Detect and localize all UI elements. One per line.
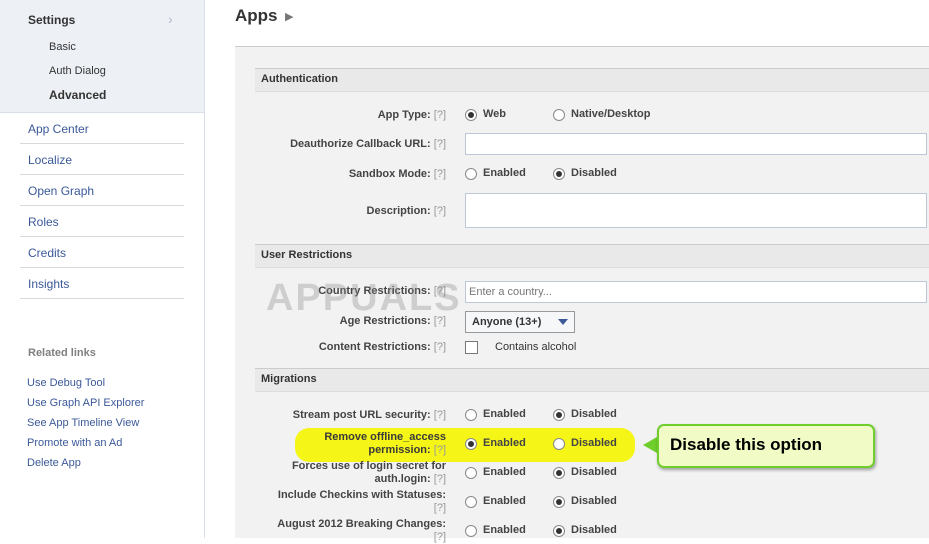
sidebar-item-auth-dialog[interactable]: Auth Dialog xyxy=(49,65,106,77)
checkins-disabled-radio[interactable] xyxy=(553,496,565,508)
app-timeline-view-link[interactable]: See App Timeline View xyxy=(27,417,139,429)
app-type-native-label[interactable]: Native/Desktop xyxy=(571,108,650,120)
help-icon[interactable]: [?] xyxy=(434,502,446,514)
sidebar-item-advanced[interactable]: Advanced xyxy=(49,88,106,102)
help-icon[interactable]: [?] xyxy=(434,444,446,456)
offline-access-disabled-label[interactable]: Disabled xyxy=(571,437,617,449)
country-placeholder: Enter a country... xyxy=(469,286,552,298)
sandbox-disabled-label[interactable]: Disabled xyxy=(571,167,617,179)
login-secret-enabled-radio[interactable] xyxy=(465,467,477,479)
age-restrictions-select[interactable]: Anyone (13+) xyxy=(465,311,575,333)
sidebar-item-basic[interactable]: Basic xyxy=(49,41,76,53)
login-secret-enabled-label[interactable]: Enabled xyxy=(483,466,526,478)
help-icon[interactable]: [?] xyxy=(434,531,446,543)
section-header-authentication: Authentication xyxy=(255,68,929,92)
sidebar-item-insights[interactable]: Insights xyxy=(28,277,69,291)
help-icon[interactable]: [?] xyxy=(434,205,446,217)
divider xyxy=(20,174,184,175)
remove-offline-access-label: Remove offline_access permission: [?] xyxy=(324,431,446,456)
stream-post-disabled-radio[interactable] xyxy=(553,409,565,421)
checkins-disabled-label[interactable]: Disabled xyxy=(571,495,617,507)
app-type-label: App Type: [?] xyxy=(377,109,446,121)
section-title: Authentication xyxy=(261,73,338,85)
help-icon[interactable]: [?] xyxy=(434,138,446,150)
stream-post-enabled-label[interactable]: Enabled xyxy=(483,408,526,420)
description-textarea[interactable] xyxy=(465,193,927,228)
sidebar-item-app-center[interactable]: App Center xyxy=(28,122,89,136)
sidebar-item-credits[interactable]: Credits xyxy=(28,246,66,260)
help-icon[interactable]: [?] xyxy=(434,341,446,353)
help-icon[interactable]: [?] xyxy=(434,473,446,485)
app-type-web-label[interactable]: Web xyxy=(483,108,506,120)
app-type-web-radio[interactable] xyxy=(465,109,477,121)
help-icon[interactable]: [?] xyxy=(434,109,446,121)
help-icon[interactable]: [?] xyxy=(434,168,446,180)
help-icon[interactable]: [?] xyxy=(434,409,446,421)
use-debug-tool-link[interactable]: Use Debug Tool xyxy=(27,377,105,389)
related-links-title: Related links xyxy=(28,347,96,359)
app-type-native-radio[interactable] xyxy=(553,109,565,121)
section-header-migrations: Migrations xyxy=(255,368,929,392)
offline-access-disabled-radio[interactable] xyxy=(553,438,565,450)
callout-text: Disable this option xyxy=(670,435,823,454)
chevron-right-icon: › xyxy=(168,11,173,27)
graph-api-explorer-link[interactable]: Use Graph API Explorer xyxy=(27,397,144,409)
description-label: Description: [?] xyxy=(366,205,446,217)
include-checkins-label: Include Checkins with Statuses: [?] xyxy=(277,489,446,514)
aug2012-enabled-label[interactable]: Enabled xyxy=(483,524,526,536)
divider xyxy=(20,298,184,299)
sidebar-item-open-graph[interactable]: Open Graph xyxy=(28,184,94,198)
stream-post-disabled-label[interactable]: Disabled xyxy=(571,408,617,420)
deauth-callback-url-input[interactable] xyxy=(465,133,927,155)
checkins-enabled-radio[interactable] xyxy=(465,496,477,508)
aug2012-disabled-label[interactable]: Disabled xyxy=(571,524,617,536)
sandbox-enabled-radio[interactable] xyxy=(465,168,477,180)
breadcrumb-arrow-icon: ▶ xyxy=(285,11,294,23)
contains-alcohol-label[interactable]: Contains alcohol xyxy=(495,341,576,353)
content-restrictions-label: Content Restrictions: [?] xyxy=(318,341,446,353)
contains-alcohol-checkbox[interactable] xyxy=(465,341,478,354)
delete-app-link[interactable]: Delete App xyxy=(27,457,81,469)
country-restrictions-input[interactable]: Enter a country... xyxy=(465,281,927,303)
stream-post-url-security-label: Stream post URL security: [?] xyxy=(292,409,446,421)
login-secret-disabled-label[interactable]: Disabled xyxy=(571,466,617,478)
sidebar-item-roles[interactable]: Roles xyxy=(28,215,59,229)
page-title[interactable]: Apps xyxy=(235,6,278,26)
sidebar-item-localize[interactable]: Localize xyxy=(28,153,72,167)
offline-access-enabled-label[interactable]: Enabled xyxy=(483,437,526,449)
section-title: User Restrictions xyxy=(261,249,353,261)
offline-access-enabled-radio[interactable] xyxy=(465,438,477,450)
section-header-user-restrictions: User Restrictions xyxy=(255,244,929,268)
sandbox-mode-label: Sandbox Mode: [?] xyxy=(348,168,446,180)
promote-with-ad-link[interactable]: Promote with an Ad xyxy=(27,437,122,449)
section-title: Migrations xyxy=(261,373,317,385)
divider xyxy=(20,143,184,144)
aug2012-disabled-radio[interactable] xyxy=(553,525,565,537)
august-2012-label: August 2012 Breaking Changes: [?] xyxy=(277,518,446,543)
sandbox-enabled-label[interactable]: Enabled xyxy=(483,167,526,179)
deauth-callback-label: Deauthorize Callback URL: [?] xyxy=(290,138,446,150)
divider xyxy=(20,267,184,268)
divider xyxy=(20,205,184,206)
settings-title[interactable]: Settings xyxy=(28,13,75,27)
checkins-enabled-label[interactable]: Enabled xyxy=(483,495,526,507)
stream-post-enabled-radio[interactable] xyxy=(465,409,477,421)
callout-pointer xyxy=(643,437,657,453)
login-secret-disabled-radio[interactable] xyxy=(553,467,565,479)
login-secret-label: Forces use of login secret for auth.login… xyxy=(291,460,446,485)
annotation-callout: Disable this option xyxy=(657,424,875,468)
aug2012-enabled-radio[interactable] xyxy=(465,525,477,537)
dropdown-caret-icon xyxy=(558,319,568,325)
sandbox-disabled-radio[interactable] xyxy=(553,168,565,180)
watermark: APPUALS xyxy=(266,277,462,319)
divider xyxy=(20,236,184,237)
